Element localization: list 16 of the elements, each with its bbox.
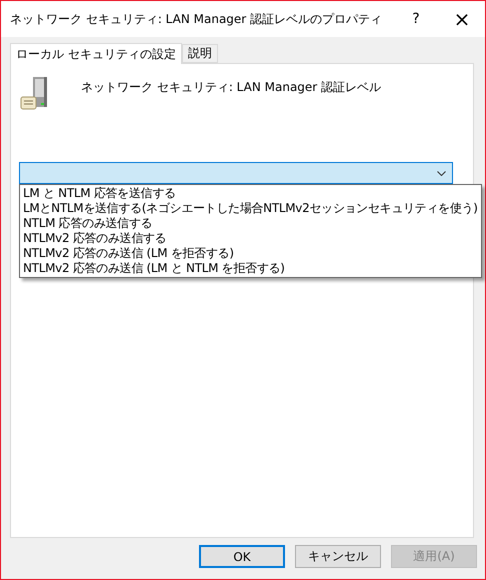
dropdown-option[interactable]: NTLMv2 応答のみ送信 (LM と NTLM を拒否する) bbox=[20, 261, 481, 276]
chevron-down-icon bbox=[437, 170, 446, 176]
policy-name: ネットワーク セキュリティ: LAN Manager 認証レベル bbox=[81, 79, 382, 96]
dropdown[interactable] bbox=[19, 162, 453, 184]
window-title: ネットワーク セキュリティ: LAN Manager 認証レベルのプロパティ bbox=[10, 10, 384, 28]
dialog-button[interactable]: OK bbox=[199, 545, 285, 568]
tab[interactable]: ローカル セキュリティの設定 bbox=[10, 43, 182, 64]
dropdown-option[interactable]: NTLMv2 応答のみ送信 (LM を拒否する) bbox=[20, 246, 481, 261]
dropdown-option[interactable]: NTLMv2 応答のみ送信する bbox=[20, 231, 481, 246]
close-button[interactable]: × bbox=[439, 1, 485, 37]
dropdown-option[interactable]: NTLM 応答のみ送信する bbox=[20, 216, 481, 231]
dialog-button[interactable]: キャンセル bbox=[295, 545, 381, 568]
dropdown-option[interactable]: LMとNTLMを送信する(ネゴシエートした場合NTLMv2セッションセキュリティを使う) bbox=[20, 201, 481, 216]
dropdown-option[interactable]: LM と NTLM 応答を送信する bbox=[20, 186, 481, 201]
help-button[interactable]: ? bbox=[393, 1, 439, 37]
tab[interactable]: 説明 bbox=[182, 44, 218, 63]
